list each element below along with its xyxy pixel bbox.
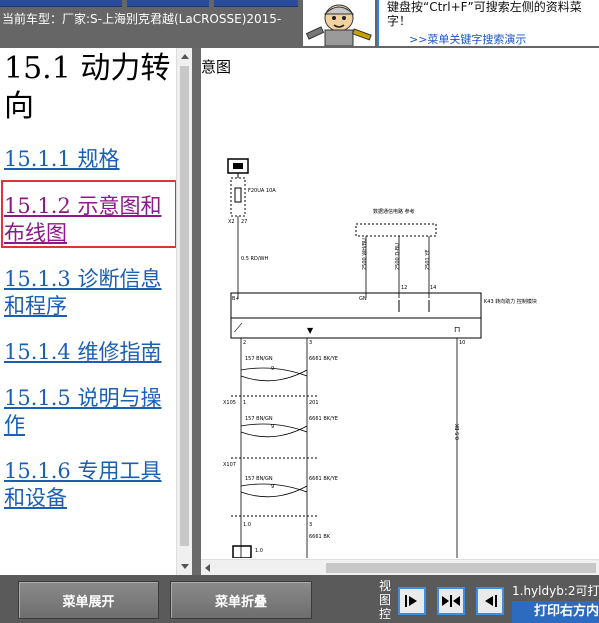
fuse-icon [234, 187, 242, 203]
top-tab-1[interactable] [0, 0, 122, 7]
print-right-button[interactable]: 打印右方内 [512, 601, 599, 623]
toc-title: 15.1 动力转向 [4, 51, 171, 124]
power-source-fill [233, 163, 243, 169]
diagram-scroll-thumb[interactable] [326, 563, 596, 573]
toc-item-diagnostics[interactable]: 15.1.3 诊断信息和程序 [4, 266, 176, 320]
pin-3b-label: 3 [309, 522, 312, 528]
toc-item-repair[interactable]: 15.1.4 维修指南 [4, 339, 176, 366]
view-right-pane-button[interactable] [476, 587, 504, 615]
module-label: K43 转向助力 控制模块 [484, 298, 537, 305]
pin-gn-label: GN [359, 296, 367, 302]
module-box-bottom [230, 317, 482, 339]
pin-10-label: 10 [459, 340, 465, 346]
top-tab-3[interactable] [214, 0, 298, 7]
fuse-block [230, 177, 246, 217]
data-link-label: 数据通信电路 参考 [373, 208, 415, 215]
wire-a3-label: 157 BN/GN [245, 476, 273, 482]
bottom-toolbar: 菜单展开 菜单折叠 视图控 1.hyldyb:2可打印 打印右方内 [0, 575, 599, 623]
twist-2-label: 9 [271, 424, 274, 430]
pin-b-label: B+ [232, 296, 240, 302]
wire-2-label: 2500 D-BU [395, 243, 401, 270]
toc-scroll-thumb[interactable] [180, 66, 189, 546]
toc-panel: 15.1 动力转向 15.1.1 规格 15.1.2 示意图和布线图 15.1.… [0, 48, 192, 575]
panel-splitter[interactable] [192, 48, 201, 575]
data-link-box [355, 223, 437, 237]
view-control-label: 视图控 [378, 579, 391, 621]
top-tab-2[interactable] [127, 0, 209, 7]
scroll-down-icon[interactable] [181, 564, 189, 569]
wire-1-label: 2500 WH/BU [362, 238, 368, 270]
view-split-button[interactable] [437, 587, 465, 615]
wire-b3-label: 6661 BK/YE [309, 476, 338, 482]
toc-item-tools[interactable]: 15.1.6 专用工具和设备 [4, 458, 176, 512]
wire-c-label: 0.5 BK [455, 423, 461, 440]
menu-expand-button[interactable]: 菜单展开 [18, 581, 159, 619]
wire-b2-label: 6661 BK/YE [309, 416, 338, 422]
pin-2-label: 2 [243, 340, 246, 346]
ground-2-label: 1.0 [255, 548, 263, 554]
pin-12-label: 12 [401, 285, 407, 291]
cartoon-mechanic-icon [305, 4, 372, 46]
wire-d-label: 6661 BK [309, 534, 331, 540]
x105-pin-b-label: 201 [309, 400, 319, 406]
pin-3-label: 3 [309, 340, 312, 346]
wiring-diagram: F20UA 10A X2 27 0.5 RD/WH 数据通信电路 参考 2500… [223, 158, 537, 558]
toc-item-schematic[interactable]: 15.1.2 示意图和布线图 [4, 193, 176, 247]
diagram-horizontal-scrollbar[interactable] [201, 559, 599, 575]
car-model-label: 当前车型：厂家:S-上海别克君越(LaCROSSE)2015- [2, 12, 282, 26]
wire-a2-label: 157 BN/GN [245, 416, 273, 422]
top-header: 当前车型：厂家:S-上海别克君越(LaCROSSE)2015- 键盘按“Ctrl… [0, 0, 599, 48]
switch-icon: ⟋ [234, 321, 243, 335]
arrow-right-bar-icon [405, 595, 417, 607]
x107-label: X107 [223, 462, 236, 468]
search-tip-text: 键盘按“Ctrl+F”可搜索左侧的资料菜字！ [387, 0, 582, 28]
app-window: 当前车型：厂家:S-上海别克君越(LaCROSSE)2015- 键盘按“Ctrl… [0, 0, 599, 623]
ground-1-label: 1.0 [243, 522, 251, 528]
view-left-pane-button[interactable] [398, 587, 426, 615]
wire-a1-label: 157 BN/GN [245, 356, 273, 362]
split-arrows-icon [442, 595, 460, 607]
toc-content: 15.1 动力转向 15.1.1 规格 15.1.2 示意图和布线图 15.1.… [4, 48, 176, 512]
scroll-up-icon[interactable] [181, 54, 189, 59]
ground-box [232, 545, 252, 558]
scroll-left-icon[interactable] [205, 564, 210, 572]
x105-label: X105 [223, 400, 236, 406]
arrow-left-bar-icon [485, 595, 497, 607]
wire-3-label: 2501 YE [425, 249, 431, 270]
x105-pin-a-label: 1 [243, 400, 246, 406]
search-tip-panel: 键盘按“Ctrl+F”可搜索左侧的资料菜字！ >>菜单关键字搜索演示 [377, 0, 599, 46]
fuse-label: F20UA 10A [248, 188, 276, 194]
wire-b1-label: 6661 BK/YE [309, 356, 338, 362]
search-demo-link[interactable]: >>菜单关键字搜索演示 [409, 31, 526, 47]
toc-item-specs[interactable]: 15.1.1 规格 [4, 146, 176, 173]
wire-top-label: 0.5 RD/WH [241, 256, 268, 262]
x2-pin-label: 27 [241, 219, 247, 225]
status-text: 1.hyldyb:2可打印 [512, 584, 599, 598]
toc-item-description[interactable]: 15.1.5 说明与操作 [4, 385, 176, 439]
menu-collapse-button[interactable]: 菜单折叠 [170, 581, 312, 619]
module-box-top [230, 292, 482, 319]
ground-arrow-icon: ▼ [307, 326, 314, 335]
toc-scrollbar[interactable] [176, 48, 192, 575]
twist-3-label: 9 [271, 484, 274, 490]
x2-label: X2 [228, 219, 235, 225]
mascot [303, 0, 375, 46]
diagram-pane: 意图 F20UA 10A X2 27 0.5 RD/WH 数据通信电路 参考 2… [201, 48, 599, 575]
twist-1-label: 9 [271, 366, 274, 372]
connector-icon: ⊓ [454, 325, 460, 334]
pin-14-label: 14 [430, 285, 436, 291]
